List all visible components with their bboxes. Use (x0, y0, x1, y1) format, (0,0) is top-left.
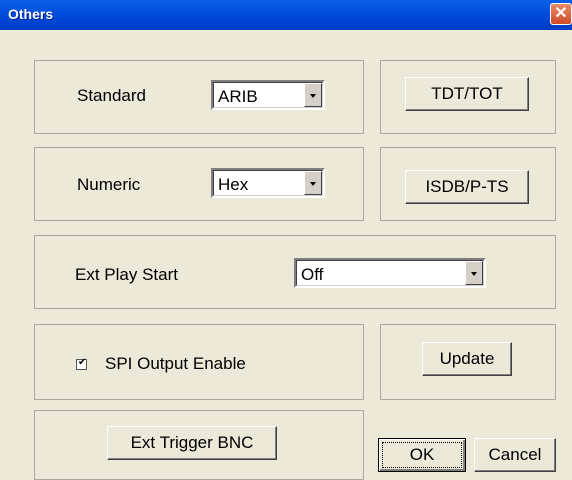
numeric-group: Numeric Hex (34, 147, 364, 221)
window-title: Others (8, 6, 54, 22)
numeric-label: Numeric (77, 175, 141, 194)
tdt-tot-button[interactable]: TDT/TOT (405, 77, 529, 111)
ext-trigger-group: Ext Trigger BNC (34, 410, 364, 480)
standard-group: Standard ARIB (34, 60, 364, 134)
dropdown-button[interactable] (304, 171, 322, 195)
title-bar: Others ✕ (0, 0, 572, 30)
ext-play-start-value: Off (301, 265, 324, 284)
ext-trigger-bnc-button[interactable]: Ext Trigger BNC (107, 426, 277, 460)
chevron-down-icon (310, 182, 316, 186)
update-button[interactable]: Update (422, 342, 512, 376)
isdb-pts-button[interactable]: ISDB/P-TS (405, 170, 529, 204)
dialog-body: Standard ARIB TDT/TOT Numeric Hex ISDB/P… (0, 30, 572, 480)
ext-play-start-dropdown[interactable]: Off (294, 258, 486, 288)
chevron-down-icon (471, 272, 477, 276)
dropdown-button[interactable] (465, 261, 483, 285)
dropdown-button[interactable] (304, 83, 322, 107)
numeric-value: Hex (218, 175, 249, 194)
chevron-down-icon (310, 94, 316, 98)
tdt-tot-group: TDT/TOT (380, 60, 556, 134)
ext-play-start-label: Ext Play Start (75, 265, 178, 284)
standard-value: ARIB (218, 87, 258, 106)
ok-button[interactable]: OK (378, 438, 466, 472)
spi-group: ✔ SPI Output Enable (34, 324, 364, 400)
spi-output-checkbox[interactable]: ✔ (76, 357, 87, 370)
standard-dropdown[interactable]: ARIB (211, 80, 325, 110)
close-icon[interactable]: ✕ (550, 3, 572, 25)
update-group: Update (380, 324, 556, 400)
cancel-button[interactable]: Cancel (474, 438, 556, 472)
isdb-group: ISDB/P-TS (380, 147, 556, 221)
check-mark-icon: ✔ (78, 357, 87, 368)
spi-output-label: SPI Output Enable (105, 354, 246, 373)
numeric-dropdown[interactable]: Hex (211, 168, 325, 198)
ext-play-start-group: Ext Play Start Off (34, 235, 556, 309)
standard-label: Standard (77, 86, 146, 105)
